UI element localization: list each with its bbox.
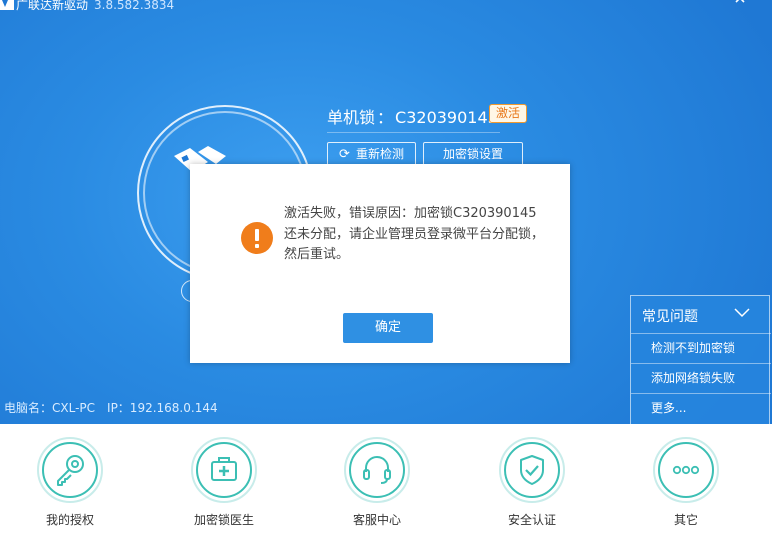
toolbar-label: 安全认证	[507, 513, 556, 527]
lock-type: 单机锁	[327, 108, 376, 127]
other-button[interactable]: 其它	[636, 437, 736, 529]
close-icon[interactable]	[733, 0, 747, 8]
my-authorization-button[interactable]: 我的授权	[20, 437, 120, 529]
pc-name: 电脑名：CXL-PC	[4, 401, 96, 415]
title-divider	[327, 132, 500, 133]
lock-id: C320390145	[395, 108, 498, 127]
error-dialog: 激活失败，错误原因：加密锁C320390145还未分配，请企业管理员登录微平台分…	[190, 164, 570, 363]
app-logo-icon	[0, 0, 14, 10]
warning-icon	[241, 222, 273, 254]
faq-title: 常见问题	[642, 309, 698, 325]
app-title: 广联达新驱动 3.8.582.3834	[16, 0, 175, 12]
customer-service-button[interactable]: 客服中心	[327, 437, 427, 529]
security-certification-button[interactable]: 安全认证	[482, 437, 582, 529]
more-icon	[672, 465, 700, 475]
toolbar-label: 我的授权	[45, 513, 94, 527]
ok-button[interactable]: 确定	[343, 313, 433, 343]
error-message: 激活失败，错误原因：加密锁C320390145还未分配，请企业管理员登录微平台分…	[284, 206, 545, 262]
medical-kit-icon	[211, 457, 237, 481]
faq-header[interactable]: 常见问题	[631, 296, 771, 333]
faq-item-lock-not-detected[interactable]: 检测不到加密锁	[631, 333, 771, 363]
toolbar-label: 客服中心	[352, 513, 401, 527]
shield-check-icon	[520, 455, 544, 485]
chevron-down-icon	[734, 308, 750, 318]
app-version: 3.8.582.3834	[94, 0, 175, 12]
faq-item-more[interactable]: 更多...	[631, 393, 771, 423]
lock-doctor-button[interactable]: 加密锁医生	[174, 437, 274, 529]
faq-panel: 常见问题 检测不到加密锁 添加网络锁失败 更多...	[630, 295, 771, 424]
bottom-toolbar: 我的授权 加密锁医生 客服中心 安全认证 其它	[0, 424, 772, 533]
lock-title: 单机锁： C320390145	[327, 108, 498, 127]
pc-info: 电脑名：CXL-PC IP：192.168.0.144	[4, 399, 218, 416]
minimize-icon[interactable]	[702, 0, 716, 8]
refresh-icon: ⟳	[339, 147, 350, 162]
faq-item-add-network-lock-failed[interactable]: 添加网络锁失败	[631, 363, 771, 393]
activate-button[interactable]: 激活	[489, 104, 527, 123]
headset-icon	[363, 456, 391, 484]
title-bar: 广联达新驱动 3.8.582.3834	[0, 0, 772, 14]
toolbar-label: 加密锁医生	[193, 513, 254, 527]
toolbar-label: 其它	[673, 513, 698, 527]
key-icon	[57, 455, 84, 486]
pc-ip: IP：192.168.0.144	[107, 401, 218, 415]
